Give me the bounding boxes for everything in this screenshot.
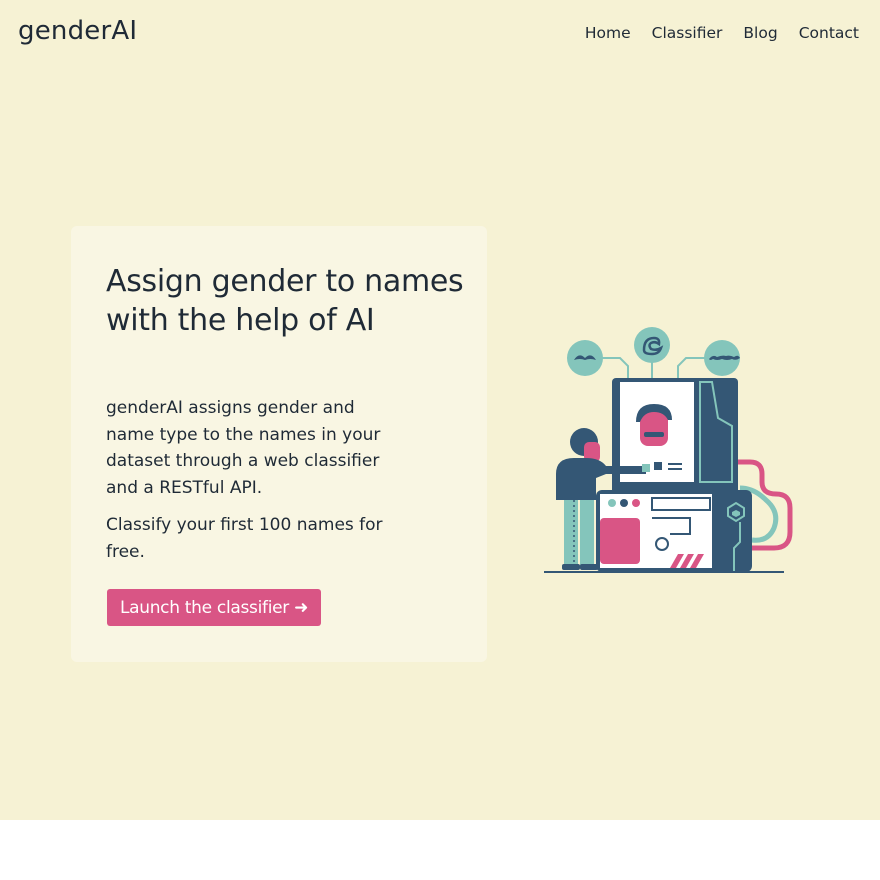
nav-link-blog[interactable]: Blog	[743, 24, 777, 42]
hero-description: genderAI assigns gender and name type to…	[106, 398, 381, 498]
robot-classifier-illustration	[544, 327, 793, 573]
hair-circle-center	[634, 327, 670, 363]
hero-offer: Classify your first 100 names for free.	[106, 515, 383, 562]
hero-headline: Assign gender to names with the help of …	[106, 264, 464, 338]
mustache-circle-left	[567, 340, 603, 376]
navbar: genderAI Home Classifier Blog Contact	[0, 0, 880, 68]
nav-link-contact[interactable]: Contact	[799, 24, 859, 42]
nav-link-home[interactable]: Home	[585, 24, 631, 42]
launch-classifier-button[interactable]: Launch the classifier ➜	[107, 589, 321, 626]
mustache-circle-right	[704, 340, 740, 376]
machine-base	[596, 490, 752, 572]
nav-links: Home Classifier Blog Contact	[585, 24, 859, 42]
hero-card: Assign gender to names with the help of …	[71, 226, 487, 662]
hero-section: genderAI Home Classifier Blog Contact As…	[0, 0, 880, 820]
monitor	[612, 378, 738, 498]
nav-link-classifier[interactable]: Classifier	[652, 24, 723, 42]
brand-logo[interactable]: genderAI	[18, 16, 137, 46]
